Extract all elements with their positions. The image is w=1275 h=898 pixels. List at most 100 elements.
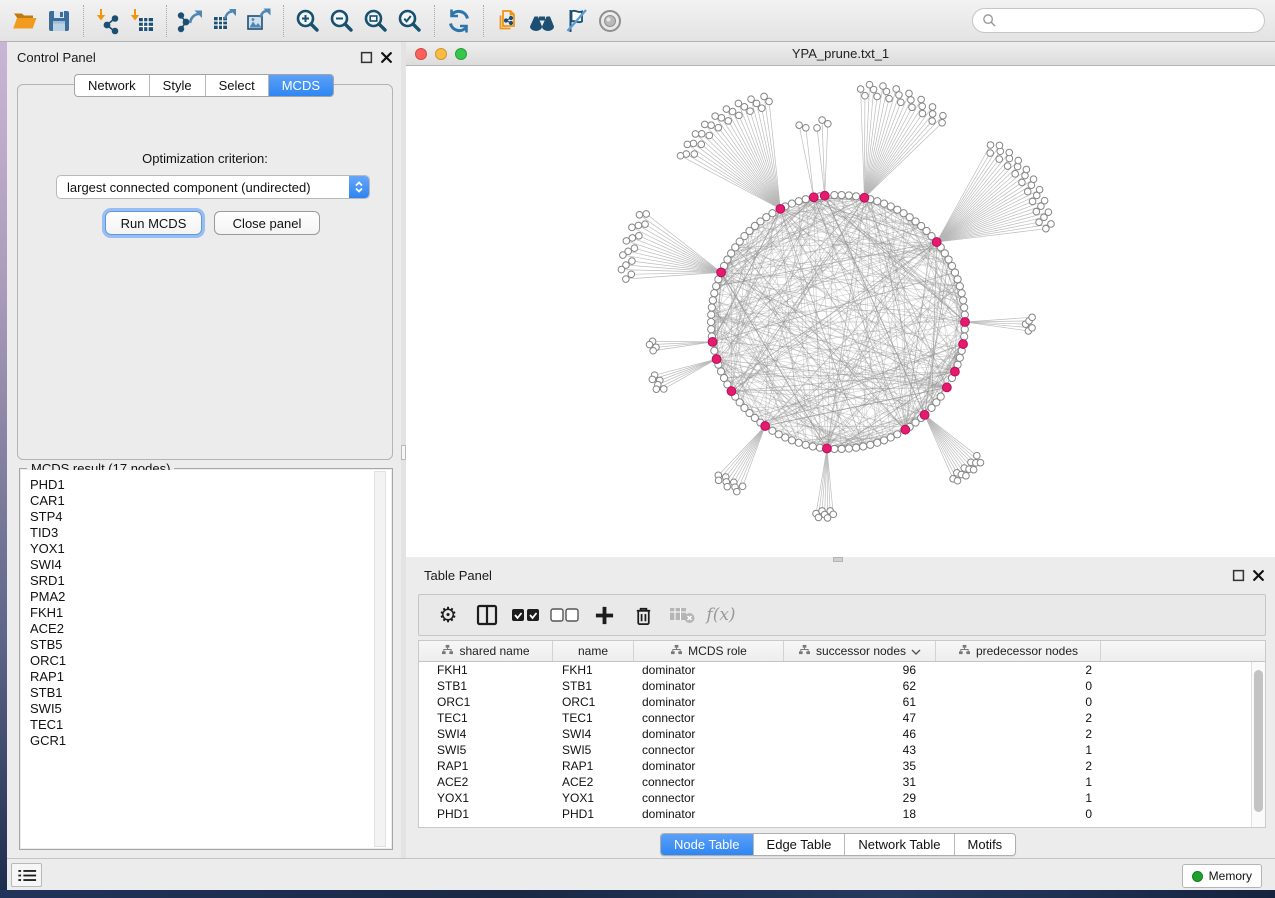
network-node[interactable]	[830, 511, 837, 518]
network-node[interactable]	[1048, 221, 1055, 228]
network-node[interactable]	[1023, 166, 1030, 173]
table-settings-icon[interactable]: ⚙	[433, 600, 463, 630]
network-edge[interactable]	[864, 102, 900, 198]
network-node[interactable]	[906, 90, 913, 97]
network-node[interactable]	[706, 132, 713, 139]
network-hub-node[interactable]	[809, 193, 818, 202]
cell-shared-name[interactable]: STB1	[419, 679, 553, 693]
hide-selected-icon[interactable]	[559, 4, 593, 38]
tab-network[interactable]: Network	[75, 75, 150, 96]
network-node[interactable]	[701, 121, 708, 128]
delete-table-icon[interactable]	[667, 600, 697, 630]
network-node[interactable]	[1012, 171, 1019, 178]
float-table-panel-icon[interactable]	[1232, 569, 1245, 582]
network-node[interactable]	[963, 472, 970, 479]
network-edge[interactable]	[925, 415, 971, 462]
network-edge[interactable]	[632, 227, 721, 272]
save-session-icon[interactable]	[42, 4, 76, 38]
network-node[interactable]	[649, 376, 656, 383]
network-node[interactable]	[909, 104, 916, 111]
network-node[interactable]	[929, 104, 936, 111]
table-row[interactable]: ACE2ACE2connector311	[419, 774, 1265, 790]
network-hub-node[interactable]	[708, 337, 717, 346]
network-node[interactable]	[747, 108, 754, 115]
table-row[interactable]: FKH1FKH1dominator962	[419, 662, 1265, 678]
network-node[interactable]	[956, 354, 963, 361]
network-edge[interactable]	[719, 426, 766, 480]
network-node[interactable]	[1022, 172, 1029, 179]
cell-name[interactable]: ORC1	[553, 695, 634, 709]
network-node[interactable]	[724, 483, 731, 490]
network-node[interactable]	[709, 297, 716, 304]
network-edge[interactable]	[864, 106, 922, 197]
network-node[interactable]	[815, 514, 822, 521]
cell-MCDS-role[interactable]: dominator	[634, 759, 784, 773]
network-node[interactable]	[954, 477, 961, 484]
task-history-button[interactable]	[11, 863, 42, 887]
mcds-result-item[interactable]: PHD1	[30, 477, 391, 493]
mcds-result-item[interactable]: TID3	[30, 525, 391, 541]
network-edge[interactable]	[737, 426, 765, 492]
cell-predecessor-nodes[interactable]: 1	[936, 791, 1101, 805]
tab-edge-table[interactable]: Edge Table	[754, 834, 846, 855]
network-node[interactable]	[974, 452, 981, 459]
network-node[interactable]	[880, 200, 887, 207]
network-node[interactable]	[636, 211, 643, 218]
network-node[interactable]	[862, 92, 869, 99]
close-panel-button[interactable]: Close panel	[214, 211, 320, 235]
cell-predecessor-nodes[interactable]: 2	[936, 711, 1101, 725]
mcds-result-item[interactable]: RAP1	[30, 669, 391, 685]
network-node[interactable]	[735, 100, 742, 107]
network-node[interactable]	[1045, 209, 1052, 216]
cell-predecessor-nodes[interactable]: 2	[936, 759, 1101, 773]
cell-name[interactable]: RAP1	[553, 759, 634, 773]
network-edge[interactable]	[937, 185, 1032, 242]
network-node[interactable]	[788, 200, 795, 207]
network-node[interactable]	[748, 96, 755, 103]
network-node[interactable]	[961, 304, 968, 311]
network-hub-node[interactable]	[932, 238, 941, 247]
network-node[interactable]	[692, 131, 699, 138]
cell-shared-name[interactable]: TEC1	[419, 711, 553, 725]
network-edge[interactable]	[709, 135, 780, 208]
network-edge[interactable]	[925, 415, 958, 481]
network-hub-node[interactable]	[901, 425, 910, 434]
network-node[interactable]	[712, 113, 719, 120]
clone-network-icon[interactable]	[491, 4, 525, 38]
network-node[interactable]	[677, 152, 684, 159]
network-node[interactable]	[880, 83, 887, 90]
network-node[interactable]	[795, 439, 802, 446]
tab-style[interactable]: Style	[150, 75, 206, 96]
network-edge[interactable]	[652, 359, 716, 379]
network-node[interactable]	[782, 434, 789, 441]
cell-shared-name[interactable]: ACE2	[419, 775, 553, 789]
network-edge[interactable]	[925, 415, 969, 469]
network-node[interactable]	[715, 477, 722, 484]
cell-successor-nodes[interactable]: 62	[784, 679, 936, 693]
network-node[interactable]	[708, 311, 715, 318]
network-hub-node[interactable]	[920, 410, 929, 419]
network-edge[interactable]	[864, 107, 912, 198]
network-node[interactable]	[788, 437, 795, 444]
network-node[interactable]	[1024, 188, 1031, 195]
cell-successor-nodes[interactable]: 46	[784, 727, 936, 741]
network-edge[interactable]	[726, 426, 765, 477]
network-node[interactable]	[887, 203, 894, 210]
network-edge[interactable]	[861, 89, 865, 198]
close-table-panel-icon[interactable]	[1252, 569, 1265, 582]
network-edge[interactable]	[645, 224, 721, 272]
network-node[interactable]	[725, 118, 732, 125]
first-neighbors-icon[interactable]	[525, 4, 559, 38]
network-node[interactable]	[631, 245, 638, 252]
cell-predecessor-nodes[interactable]: 0	[936, 695, 1101, 709]
cell-name[interactable]: FKH1	[553, 663, 634, 677]
network-node[interactable]	[880, 437, 887, 444]
network-node[interactable]	[996, 142, 1003, 149]
mcds-result-item[interactable]: STB1	[30, 685, 391, 701]
mcds-result-item[interactable]: CAR1	[30, 493, 391, 509]
mcds-result-item[interactable]: GCR1	[30, 733, 391, 749]
add-column-icon[interactable]	[589, 600, 619, 630]
cell-shared-name[interactable]: SWI5	[419, 743, 553, 757]
network-edge[interactable]	[726, 426, 765, 482]
network-hub-node[interactable]	[951, 367, 960, 376]
